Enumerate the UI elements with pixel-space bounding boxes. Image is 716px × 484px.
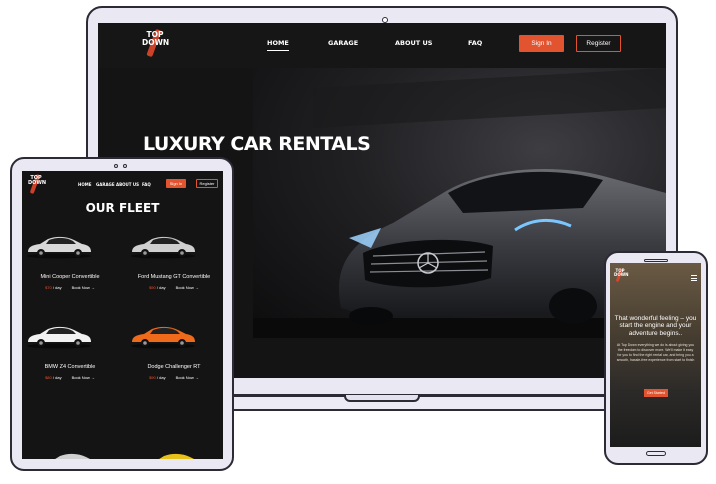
car-image bbox=[131, 326, 195, 349]
car-card[interactable]: Mini Cooper Convertible $70 / day Book Now… bbox=[24, 233, 116, 290]
nav-garage[interactable]: GARAGE bbox=[328, 39, 358, 47]
register-button[interactable]: Register bbox=[196, 179, 218, 188]
sign-in-button[interactable]: Sign In bbox=[166, 179, 186, 188]
arrow-right-icon: → bbox=[194, 285, 199, 290]
car-name: Dodge Challenger RT bbox=[147, 364, 201, 370]
price-unit: / day bbox=[156, 285, 166, 290]
car-image bbox=[27, 326, 91, 349]
car-name: Mini Cooper Convertible bbox=[40, 274, 100, 280]
book-now-label: Book Now bbox=[175, 285, 194, 290]
get-started-button[interactable]: Get Started bbox=[644, 389, 668, 397]
phone-website: TOP DOWN That wonderful feeling – you st… bbox=[610, 263, 701, 447]
car-image bbox=[27, 236, 91, 259]
car-price: $90 bbox=[149, 285, 156, 290]
car-name: BMW Z4 Convertible bbox=[44, 364, 96, 370]
camera-icon bbox=[114, 164, 118, 168]
car-card[interactable]: Dodge Challenger RT $90 / day Book Now → bbox=[128, 323, 220, 380]
book-now-link[interactable]: Book Now → bbox=[72, 285, 95, 290]
car-price: $70 bbox=[45, 285, 52, 290]
car-name: Ford Mustang GT Convertible bbox=[137, 274, 211, 280]
section-title: OUR FLEET bbox=[85, 201, 160, 215]
arrow-right-icon: → bbox=[194, 375, 199, 380]
car-card[interactable]: Ford Mustang GT Convertible $90 / day Book… bbox=[128, 233, 220, 290]
book-now-label: Book Now bbox=[71, 285, 90, 290]
arrow-right-icon: → bbox=[90, 375, 95, 380]
laptop-notch bbox=[344, 395, 420, 402]
hero-heading: That wonderful feeling – you start the e… bbox=[614, 315, 697, 337]
hero-body: At Top Down everything we do is about gi… bbox=[616, 343, 695, 363]
tablet-website: TOP DOWN HOME GARAGE ABOUT US FAQ Sign I… bbox=[22, 171, 223, 459]
book-now-link[interactable]: Book Now → bbox=[176, 375, 199, 380]
nav-garage[interactable]: GARAGE bbox=[96, 182, 115, 187]
price-unit: / day bbox=[156, 375, 166, 380]
nav-home[interactable]: HOME bbox=[78, 182, 91, 187]
home-button bbox=[646, 451, 666, 456]
price-unit: / day bbox=[52, 285, 62, 290]
car-card[interactable]: BMW Z4 Convertible $80 / day Book Now → bbox=[24, 323, 116, 380]
nav-about-us[interactable]: ABOUT US bbox=[116, 182, 139, 187]
nav-home[interactable]: HOME bbox=[267, 39, 289, 51]
brand-logo[interactable]: TOP DOWN bbox=[614, 267, 629, 283]
book-now-label: Book Now bbox=[175, 375, 194, 380]
car-image bbox=[55, 453, 90, 459]
car-image bbox=[159, 453, 194, 459]
brand-logo[interactable]: TOP DOWN bbox=[142, 28, 170, 58]
book-now-label: Book Now bbox=[71, 375, 90, 380]
nav-faq[interactable]: FAQ bbox=[142, 182, 151, 187]
logo-line-2: DOWN bbox=[614, 272, 629, 277]
speaker-icon bbox=[644, 259, 668, 262]
arrow-right-icon: → bbox=[90, 285, 95, 290]
price-unit: / day bbox=[52, 375, 62, 380]
sign-in-button[interactable]: Sign In bbox=[519, 35, 564, 52]
sensor-icon bbox=[123, 164, 127, 168]
book-now-link[interactable]: Book Now → bbox=[72, 375, 95, 380]
top-nav: TOP DOWN HOME GARAGE ABOUT US FAQ Sign I… bbox=[98, 23, 666, 68]
logo-line-2: DOWN bbox=[142, 37, 170, 47]
hero-title: LUXURY CAR RENTALS bbox=[143, 133, 371, 155]
car-image bbox=[131, 236, 195, 259]
nav-about-us[interactable]: ABOUT US bbox=[395, 39, 432, 47]
car-price: $90 bbox=[149, 375, 156, 380]
nav-faq[interactable]: FAQ bbox=[468, 39, 482, 47]
car-price: $80 bbox=[45, 375, 52, 380]
hamburger-menu-icon[interactable] bbox=[691, 275, 697, 283]
book-now-link[interactable]: Book Now → bbox=[176, 285, 199, 290]
brand-logo[interactable]: TOP DOWN bbox=[28, 173, 47, 195]
logo-line-2: DOWN bbox=[28, 180, 47, 186]
register-button[interactable]: Register bbox=[576, 35, 621, 52]
